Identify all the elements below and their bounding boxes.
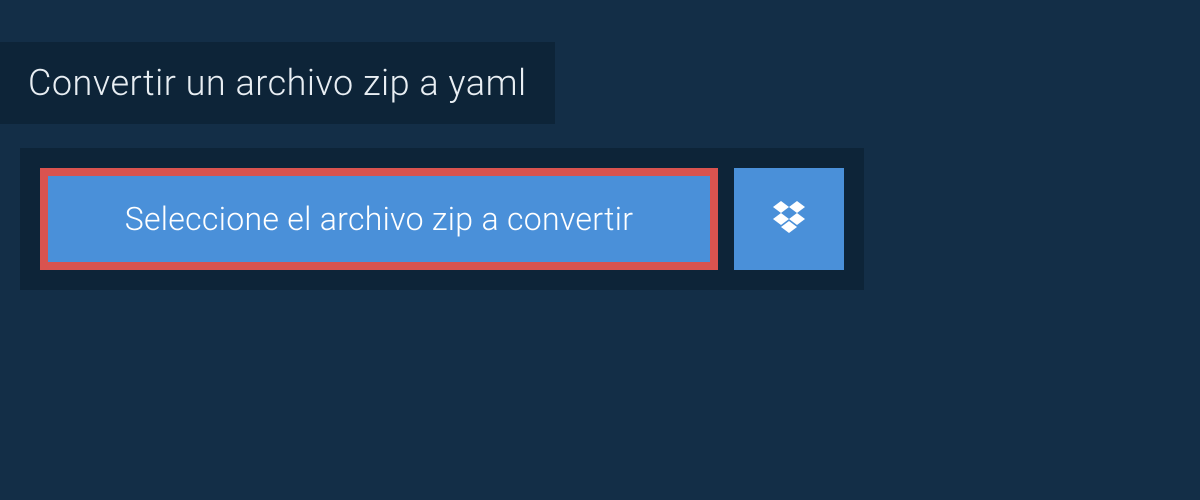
page-header: Convertir un archivo zip a yaml — [0, 42, 555, 124]
file-select-panel: Seleccione el archivo zip a convertir — [20, 148, 864, 290]
select-file-label: Seleccione el archivo zip a convertir — [125, 200, 634, 238]
dropbox-icon — [769, 197, 809, 241]
select-file-button[interactable]: Seleccione el archivo zip a convertir — [40, 168, 718, 270]
dropbox-button[interactable] — [734, 168, 844, 270]
page-title: Convertir un archivo zip a yaml — [28, 62, 527, 104]
